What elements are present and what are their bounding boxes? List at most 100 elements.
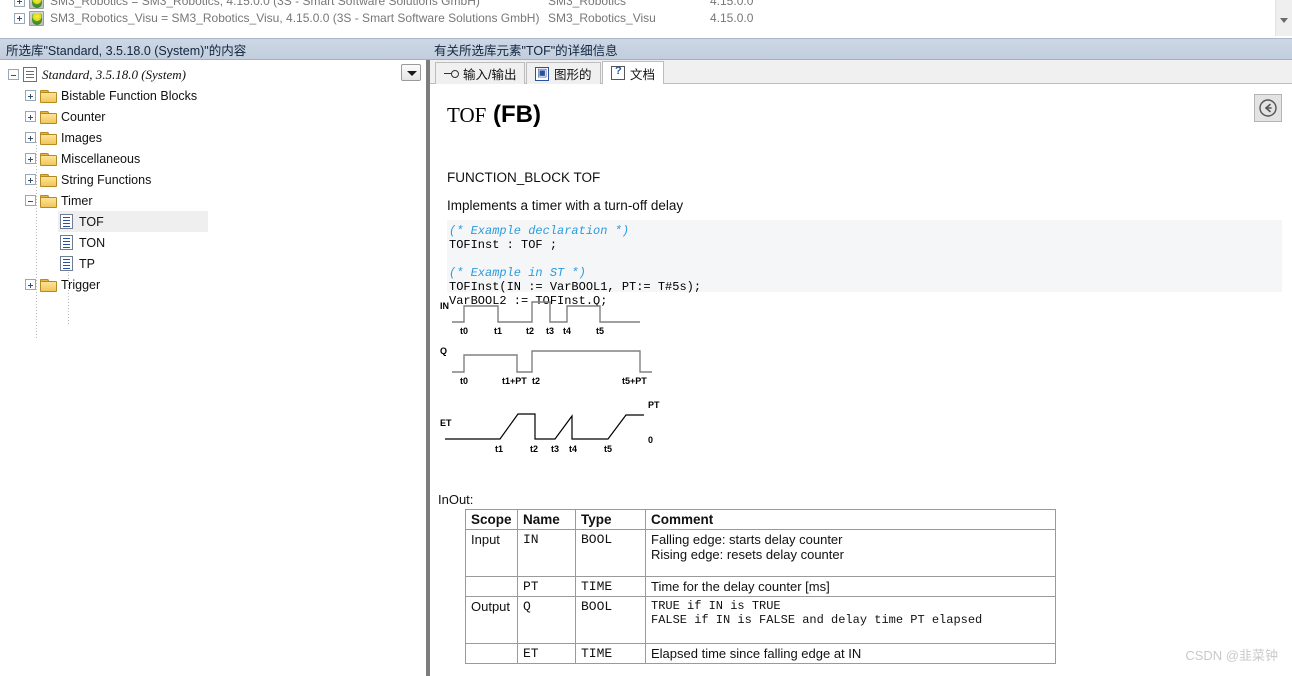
chevron-down-icon[interactable] [1280, 18, 1288, 23]
expand-icon[interactable] [25, 153, 36, 164]
tree-item-tof[interactable]: TOF [58, 211, 208, 232]
tab-graphical[interactable]: 图形的 [526, 62, 601, 84]
tree-item-string-functions[interactable]: String Functions [25, 169, 151, 190]
library-short-name: SM3_Robotics [548, 0, 627, 8]
library-list-scrollbar[interactable] [1275, 0, 1292, 36]
timing-min-label: 0 [648, 435, 653, 445]
expand-icon[interactable] [14, 0, 25, 7]
expand-icon[interactable] [25, 279, 36, 290]
function-block-icon [60, 214, 73, 229]
tree-item-tp[interactable]: TP [58, 253, 95, 274]
comment-line: Time for the delay counter [ms] [651, 579, 830, 594]
tree-item-label: Bistable Function Blocks [61, 88, 198, 103]
timing-signal-label-q: Q [440, 346, 447, 356]
right-panel-header-text: 有关所选库元素"TOF"的详细信息 [434, 43, 618, 58]
watermark: CSDN @韭菜钟 [1185, 648, 1278, 663]
tab-label: 输入/输出 [463, 68, 517, 82]
table-row: ET TIME Elapsed time since falling edge … [465, 643, 1056, 664]
timing-tick: t3 [546, 326, 554, 336]
column-header-scope: Scope [465, 509, 518, 530]
folder-icon [40, 152, 57, 166]
library-name: SM3_Robotics_Visu = SM3_Robotics_Visu, 4… [50, 11, 540, 25]
page-title-kind: (FB) [492, 101, 541, 128]
library-version: 4.15.0.0 [710, 11, 754, 25]
tab-documentation[interactable]: 文档 [602, 61, 665, 84]
cell-type: BOOL [575, 596, 646, 644]
details-tabbar: 输入/输出 图形的 文档 [430, 60, 1292, 84]
cell-type: TIME [575, 643, 646, 664]
tree-item-label: TP [79, 256, 95, 271]
timing-tick: t4 [569, 444, 577, 454]
tree-item-miscellaneous[interactable]: Miscellaneous [25, 148, 140, 169]
expand-icon[interactable] [25, 111, 36, 122]
expand-icon[interactable] [25, 132, 36, 143]
library-row[interactable]: SM3_Robotics_Visu = SM3_Robotics_Visu, 4… [0, 9, 1260, 27]
cell-comment: TRUE if IN is TRUE FALSE if IN is FALSE … [645, 596, 1056, 644]
library-content-tree: Standard, 3.5.18.0 (System) Bistable Fun… [0, 60, 428, 676]
cell-name: PT [517, 576, 576, 597]
back-arrow-icon [1259, 99, 1277, 117]
code-line-2: TOFInst : TOF ; [449, 238, 558, 252]
tab-label: 文档 [630, 67, 656, 82]
tree-item-root[interactable]: Standard, 3.5.18.0 (System) [8, 64, 186, 85]
code-line-1: (* Example declaration *) [449, 224, 630, 238]
timing-signal-label-et: ET [440, 418, 452, 428]
collapse-icon[interactable] [8, 69, 19, 80]
folder-icon [40, 173, 57, 187]
column-header-name: Name [517, 509, 576, 530]
io-icon [444, 67, 459, 81]
cell-type: BOOL [575, 529, 646, 577]
inout-section-label: InOut: [438, 492, 474, 507]
library-name: SM3_Robotics = SM3_Robotics, 4.15.0.0 (3… [50, 0, 480, 8]
help-icon [611, 65, 625, 80]
tree-item-images[interactable]: Images [25, 127, 102, 148]
timing-tick: t4 [563, 326, 571, 336]
library-version: 4.15.0.0 [710, 0, 754, 8]
tree-item-label: TON [79, 235, 106, 250]
column-header-type: Type [575, 509, 646, 530]
element-details-panel: 输入/输出 图形的 文档 TOF (FB) [430, 60, 1292, 676]
library-short-name: SM3_Robotics_Visu [548, 11, 656, 25]
timing-tick: t2 [530, 444, 538, 454]
page-title-name: TOF [447, 103, 487, 127]
column-header-comment: Comment [645, 509, 1056, 530]
left-panel-header-text: 所选库"Standard, 3.5.18.0 (System)"的内容 [6, 43, 247, 58]
timing-tick: t1+PT [502, 376, 527, 386]
tree-item-trigger[interactable]: Trigger [25, 274, 100, 295]
cell-comment: Falling edge: starts delay counter Risin… [645, 529, 1056, 577]
table-row: Output Q BOOL TRUE if IN is TRUE FALSE i… [465, 596, 1056, 644]
timing-tick: t2 [526, 326, 534, 336]
expand-icon[interactable] [14, 12, 25, 24]
cell-scope [465, 576, 518, 597]
tree-item-counter[interactable]: Counter [25, 106, 105, 127]
back-button[interactable] [1254, 94, 1282, 122]
collapse-icon[interactable] [25, 195, 36, 206]
expand-icon[interactable] [25, 174, 36, 185]
tree-item-bistable-function-blocks[interactable]: Bistable Function Blocks [25, 85, 197, 106]
tab-inputs-outputs[interactable]: 输入/输出 [435, 62, 526, 84]
timing-tick: t5 [604, 444, 612, 454]
cell-name: IN [517, 529, 576, 577]
timing-max-label: PT [648, 400, 660, 410]
expand-icon[interactable] [25, 90, 36, 101]
cell-comment: Time for the delay counter [ms] [645, 576, 1056, 597]
comment-line: Elapsed time since falling edge at IN [651, 646, 862, 661]
left-panel-header: 所选库"Standard, 3.5.18.0 (System)"的内容 [0, 38, 428, 60]
tree-item-timer[interactable]: Timer [25, 190, 92, 211]
cell-name: ET [517, 643, 576, 664]
cell-type: TIME [575, 576, 646, 597]
tree-item-label: TOF [79, 214, 104, 229]
tree-item-label: Timer [61, 193, 93, 208]
timing-tick: t3 [551, 444, 559, 454]
inout-table: Scope Name Type Comment Input IN BOOL Fa… [465, 509, 1056, 664]
timing-tick: t0 [460, 326, 468, 336]
function-block-description: Implements a timer with a turn-off delay [447, 198, 684, 213]
timing-tick: t2 [532, 376, 540, 386]
tree-dropdown-button[interactable] [401, 64, 421, 81]
folder-icon [40, 110, 57, 124]
comment-line: Falling edge: starts delay counter [651, 532, 843, 547]
tree-item-ton[interactable]: TON [58, 232, 105, 253]
code-line-5: TOFInst(IN := VarBOOL1, PT:= T#5s); [449, 280, 702, 294]
folder-icon [40, 89, 57, 103]
function-block-signature: FUNCTION_BLOCK TOF [447, 170, 601, 185]
